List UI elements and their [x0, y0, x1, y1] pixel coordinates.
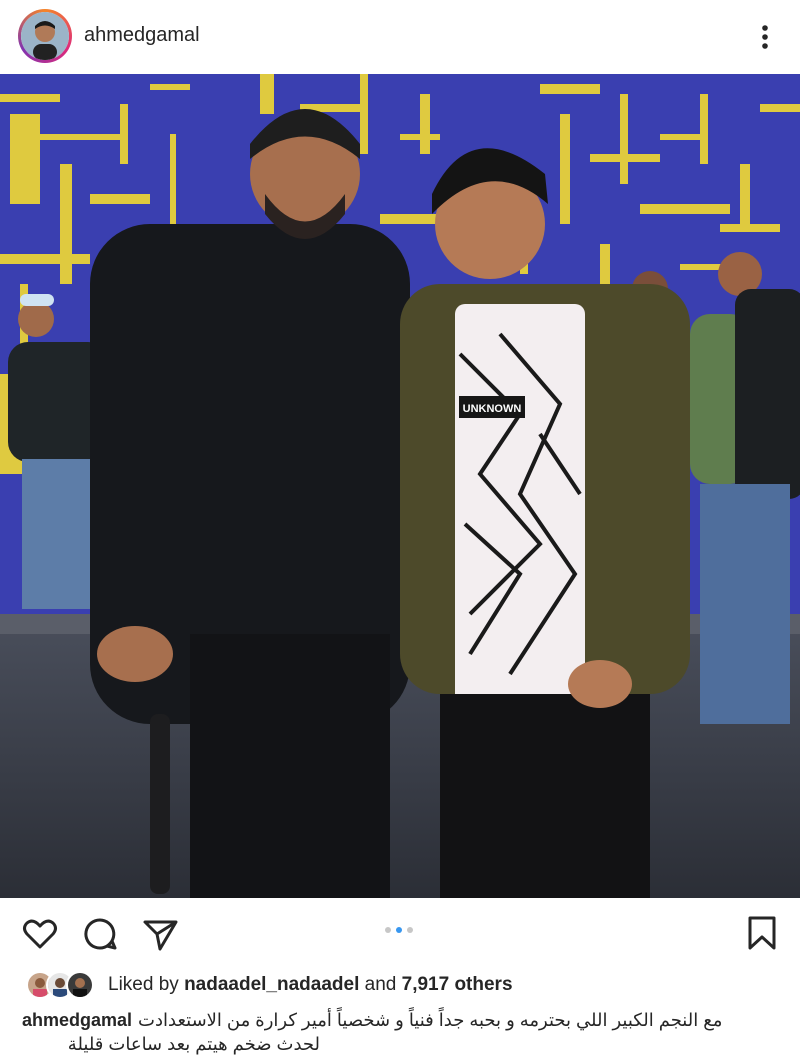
share-button[interactable]	[140, 914, 180, 954]
shirt-print: UNKNOWN	[463, 403, 522, 415]
liker-username[interactable]: nadaadel_nadaadel	[184, 974, 359, 995]
bookmark-icon	[748, 916, 776, 950]
save-button[interactable]	[742, 914, 782, 954]
heart-icon	[23, 919, 57, 949]
comment-icon	[84, 918, 117, 950]
more-vertical-icon	[762, 25, 768, 49]
likes-prefix: Liked by	[108, 974, 179, 995]
carousel-indicator	[385, 927, 413, 933]
post-caption: ahmedgamal مع النجم الكبير اللي بحترمه و…	[22, 1008, 782, 1056]
comment-button[interactable]	[80, 914, 120, 954]
carousel-dot	[407, 927, 413, 933]
avatar[interactable]	[18, 9, 72, 63]
avatar-image	[21, 12, 69, 60]
caption-text-line1: مع النجم الكبير اللي بحترمه و بحبه جداً …	[138, 1010, 723, 1030]
likes-others-link[interactable]: 7,917 others	[402, 974, 513, 995]
carousel-dot-active	[396, 927, 402, 933]
likes-row: Liked by nadaadel_nadaadel and 7,917 oth…	[26, 970, 513, 1000]
more-options-button[interactable]	[750, 20, 780, 54]
likes-text: Liked by nadaadel_nadaadel and 7,917 oth…	[108, 974, 513, 996]
like-button[interactable]	[20, 914, 60, 954]
post-username[interactable]: ahmedgamal	[84, 24, 200, 47]
liker-avatar[interactable]	[66, 971, 94, 999]
likes-joiner: and	[364, 974, 397, 995]
send-icon	[143, 920, 178, 951]
caption-text-line2: لحدث ضخم هيتم بعد ساعات قليلة	[67, 1034, 320, 1054]
caption-username[interactable]: ahmedgamal	[22, 1008, 132, 1032]
carousel-dot	[385, 927, 391, 933]
post-header: ahmedgamal	[0, 0, 800, 74]
post-photo[interactable]: UNKNOWN	[0, 74, 800, 898]
